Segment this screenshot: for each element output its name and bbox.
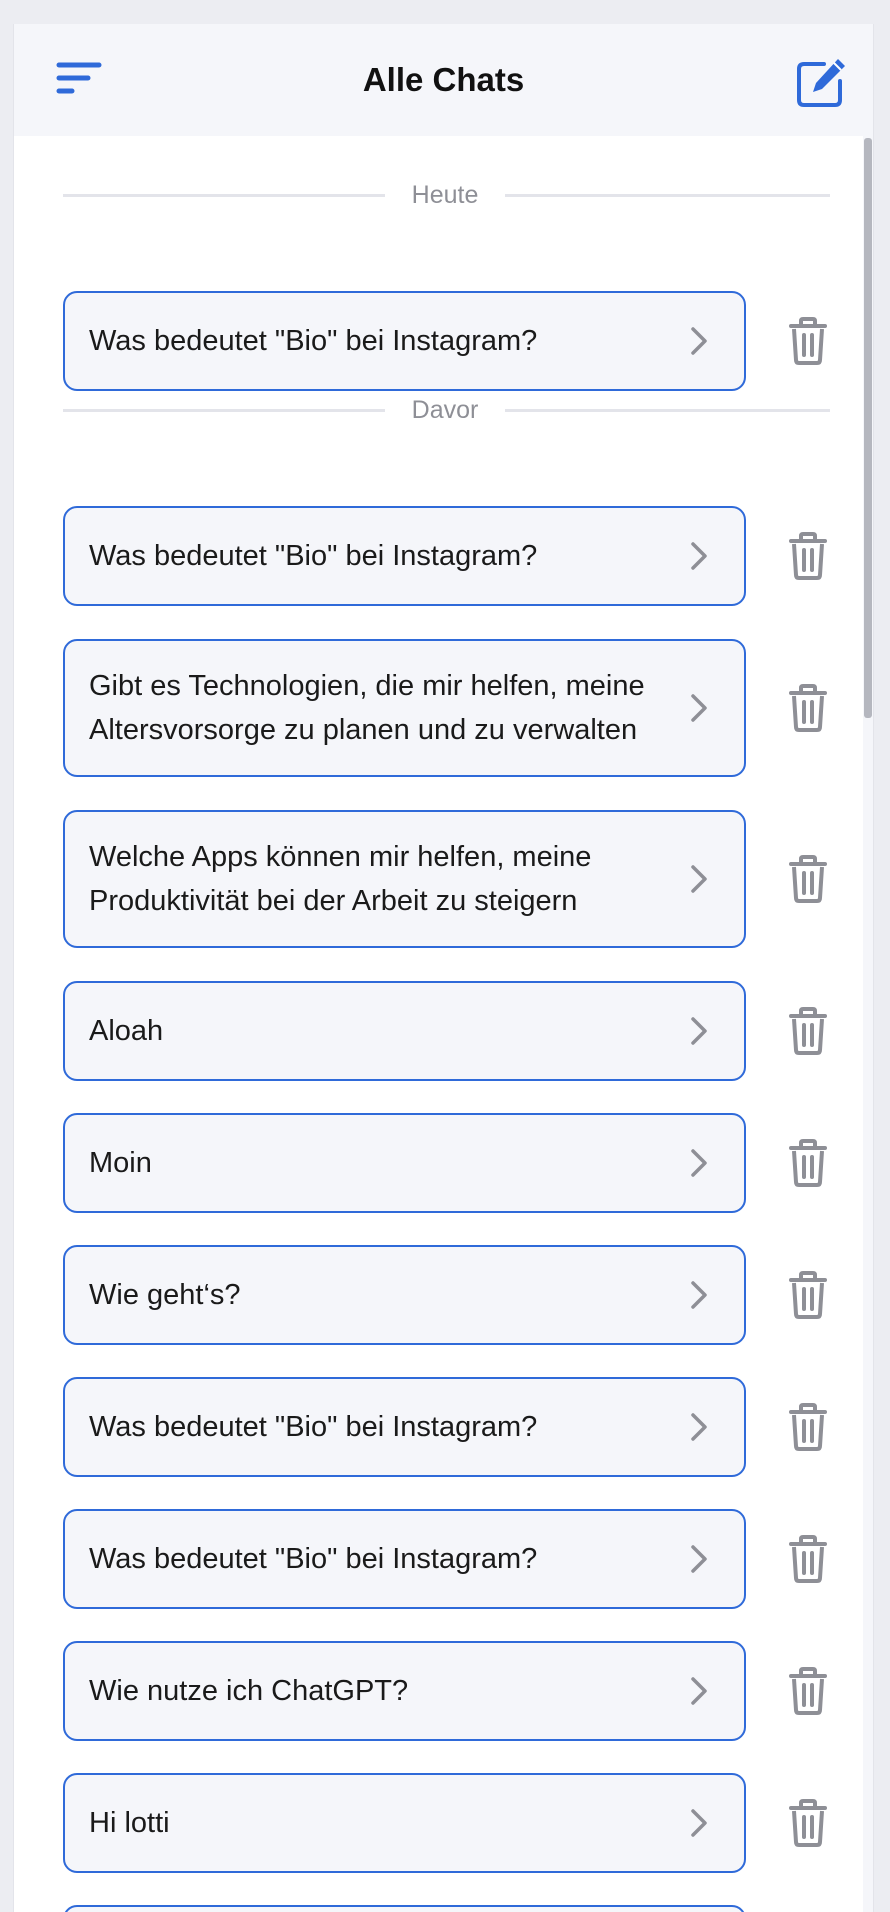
chat-title: Wie geht‘s? [89, 1279, 241, 1311]
chat-title: Moin [89, 1147, 152, 1179]
chevron-right-icon [688, 1808, 710, 1838]
chevron-right-icon [688, 1412, 710, 1442]
chevron-right-icon [688, 1676, 710, 1706]
chat-item[interactable]: Was bedeutet "Bio" bei Instagram? [63, 1377, 746, 1477]
delete-chat-button[interactable] [788, 1403, 828, 1451]
chat-item[interactable]: Aloah [63, 981, 746, 1081]
chat-title: Aloah [89, 1015, 164, 1047]
trash-icon [788, 1403, 828, 1455]
chat-title: Wie nutze ich ChatGPT? [89, 1675, 409, 1707]
chat-title: Was bedeutet "Bio" bei Instagram? [89, 1543, 538, 1575]
delete-chat-button[interactable] [788, 1139, 828, 1187]
chat-item[interactable]: Was bedeutet "Bio" bei Instagram? [63, 291, 746, 391]
chat-row: Was bedeutet "Bio" bei Instagram? [63, 506, 843, 606]
chevron-right-icon [688, 1148, 710, 1178]
chevron-right-icon [688, 693, 710, 723]
trash-icon [788, 1271, 828, 1323]
chat-row: Wie nutze ich ChatGPT? [63, 1641, 843, 1741]
chat-row: Moin [63, 1113, 843, 1213]
trash-icon [788, 1799, 828, 1851]
chat-item[interactable]: Wie nutze ich ChatGPT? [63, 1641, 746, 1741]
section-divider-davor: Davor [63, 388, 830, 432]
delete-chat-button[interactable] [788, 1271, 828, 1319]
divider-line [505, 194, 830, 197]
trash-icon [788, 1139, 828, 1191]
chat-item[interactable]: Hi lotti [63, 1773, 746, 1873]
chat-item[interactable] [63, 1905, 746, 1912]
delete-chat-button[interactable] [788, 1535, 828, 1583]
chat-title: Was bedeutet "Bio" bei Instagram? [89, 1411, 538, 1443]
chevron-right-icon [688, 326, 710, 356]
chat-item[interactable]: Was bedeutet "Bio" bei Instagram? [63, 506, 746, 606]
chat-item[interactable]: Was bedeutet "Bio" bei Instagram? [63, 1509, 746, 1609]
chat-row: Gibt es Technologien, die mir helfen, me… [63, 639, 843, 777]
chat-title: Was bedeutet "Bio" bei Instagram? [89, 540, 538, 572]
trash-icon [788, 1007, 828, 1059]
trash-icon [788, 1667, 828, 1719]
chat-title: Gibt es Technologien, die mir helfen, me… [89, 670, 645, 746]
chat-row: Wie geht‘s? [63, 1245, 843, 1345]
chat-row: Welche Apps können mir helfen, meine Pro… [63, 810, 843, 948]
delete-chat-button[interactable] [788, 684, 828, 732]
chat-item[interactable]: Moin [63, 1113, 746, 1213]
chat-row [63, 1905, 843, 1912]
chat-title: Welche Apps können mir helfen, meine Pro… [89, 841, 592, 917]
chat-item[interactable]: Gibt es Technologien, die mir helfen, me… [63, 639, 746, 777]
divider-line [63, 409, 385, 412]
chat-item[interactable]: Welche Apps können mir helfen, meine Pro… [63, 810, 746, 948]
menu-icon [56, 62, 102, 94]
chat-title: Was bedeutet "Bio" bei Instagram? [89, 325, 538, 357]
delete-chat-button[interactable] [788, 1667, 828, 1715]
chat-row: Hi lotti [63, 1773, 843, 1873]
chat-list-screen: Alle Chats Heute Davor Was bedeutet "Bio" … [13, 24, 874, 1912]
compose-icon [797, 59, 845, 107]
delete-chat-button[interactable] [788, 532, 828, 580]
chat-row: Aloah [63, 981, 843, 1081]
section-divider-heute: Heute [63, 173, 830, 217]
chat-row: Was bedeutet "Bio" bei Instagram? [63, 1509, 843, 1609]
chevron-right-icon [688, 864, 710, 894]
trash-icon [788, 532, 828, 584]
chevron-right-icon [688, 1280, 710, 1310]
section-label: Davor [411, 396, 479, 424]
trash-icon [788, 1535, 828, 1587]
chat-row: Was bedeutet "Bio" bei Instagram? [63, 1377, 843, 1477]
section-label: Heute [411, 181, 479, 209]
menu-button[interactable] [50, 56, 110, 106]
delete-chat-button[interactable] [788, 855, 828, 903]
trash-icon [788, 855, 828, 907]
chat-item[interactable]: Wie geht‘s? [63, 1245, 746, 1345]
divider-line [505, 409, 830, 412]
chevron-right-icon [688, 1544, 710, 1574]
page-title: Alle Chats [362, 61, 525, 98]
delete-chat-button[interactable] [788, 317, 828, 365]
chat-title: Hi lotti [89, 1807, 170, 1839]
trash-icon [788, 317, 828, 369]
new-chat-button[interactable] [790, 54, 850, 114]
trash-icon [788, 684, 828, 736]
chat-list: Heute Davor Was bedeutet "Bio" bei Instagr… [14, 136, 873, 1912]
divider-line [63, 194, 385, 197]
delete-chat-button[interactable] [788, 1007, 828, 1055]
header: Alle Chats [14, 24, 873, 136]
delete-chat-button[interactable] [788, 1799, 828, 1847]
chevron-right-icon [688, 541, 710, 571]
chat-row: Was bedeutet "Bio" bei Instagram? [63, 291, 843, 391]
chevron-right-icon [688, 1016, 710, 1046]
